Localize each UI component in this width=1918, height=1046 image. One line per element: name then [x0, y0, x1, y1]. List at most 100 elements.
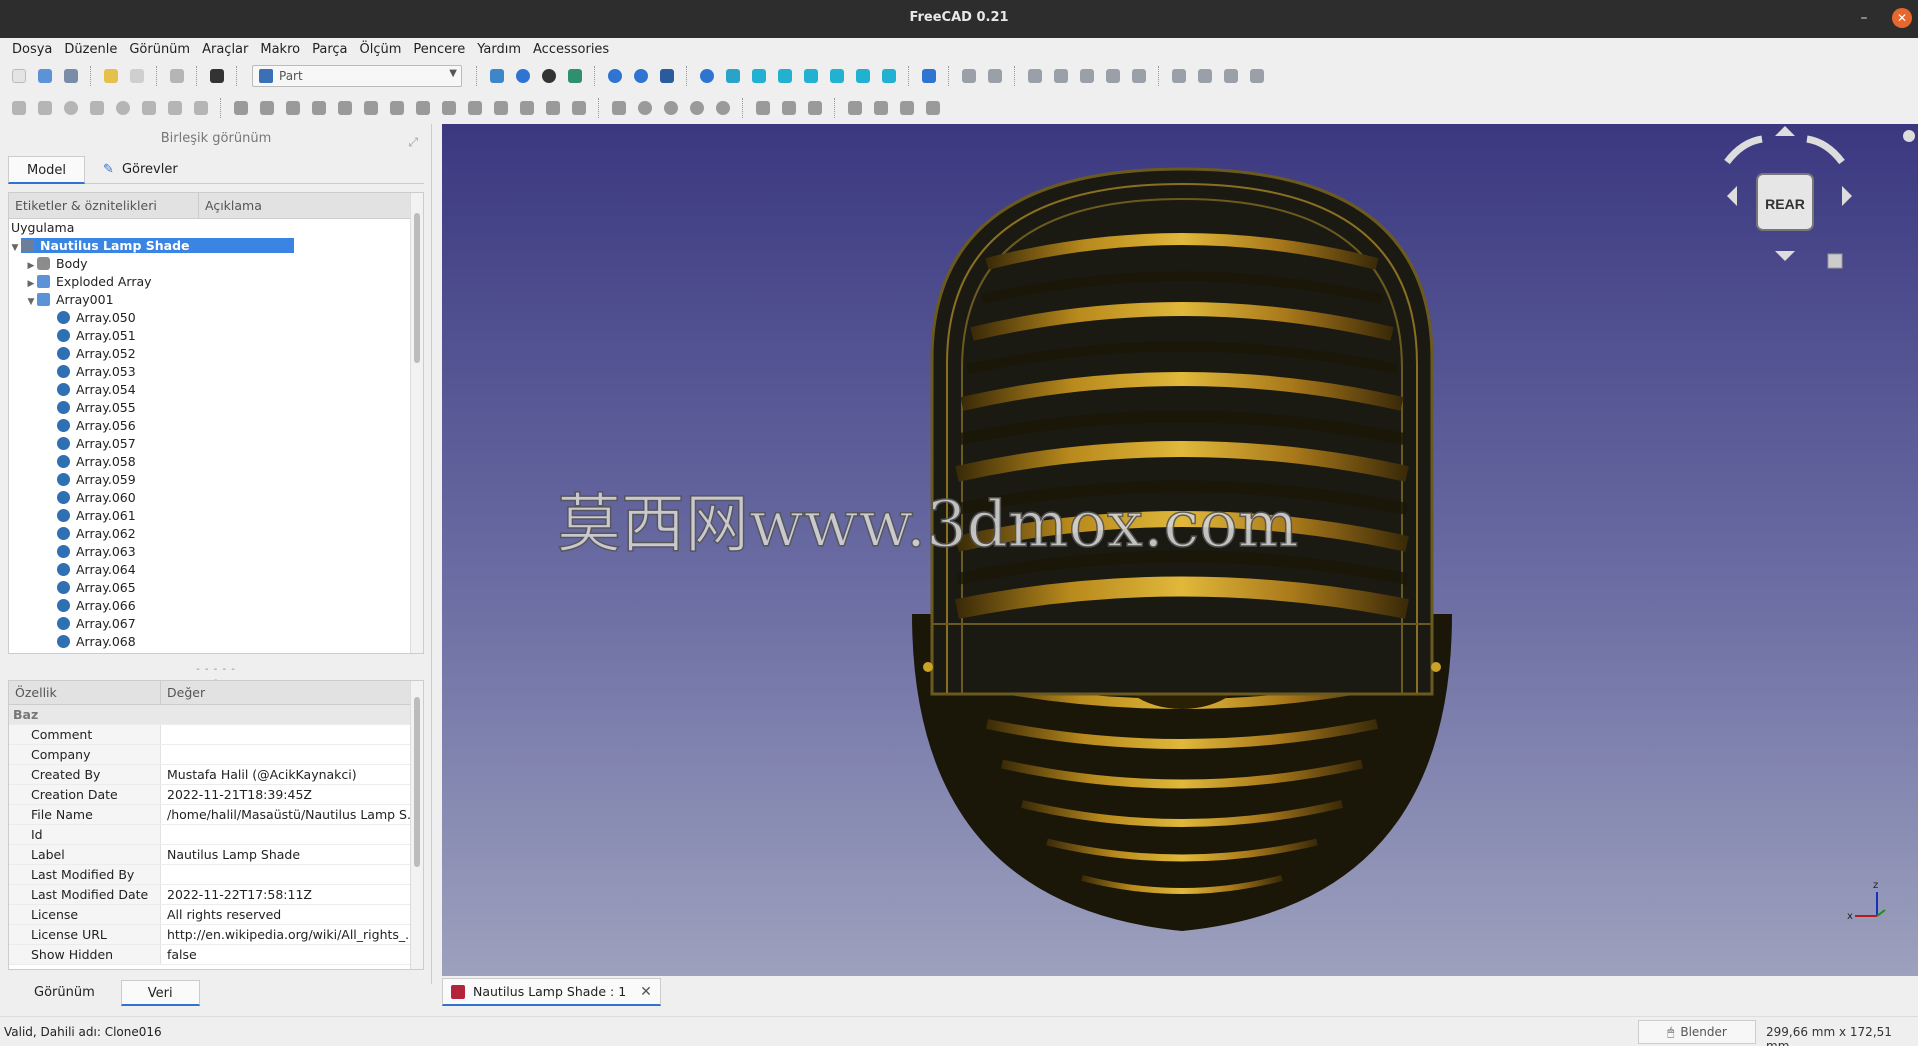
navcube-rotate-left-icon[interactable]: [1724, 135, 1763, 165]
box-icon[interactable]: [8, 97, 30, 119]
property-value[interactable]: All rights reserved: [161, 905, 423, 924]
tree-item-array-child[interactable]: Array.051: [9, 327, 411, 345]
bottom-view-icon[interactable]: [852, 65, 874, 87]
fit-all-icon[interactable]: [486, 65, 508, 87]
menu-olcum[interactable]: Ölçüm: [354, 42, 408, 57]
property-group-base[interactable]: Baz: [9, 705, 423, 725]
tree-scrollbar-thumb[interactable]: [414, 213, 420, 363]
fuse-icon[interactable]: [686, 97, 708, 119]
refresh-icon[interactable]: [166, 65, 188, 87]
menu-gorunum[interactable]: Görünüm: [123, 42, 196, 57]
menu-accessories[interactable]: Accessories: [527, 42, 615, 57]
tree-item-document[interactable]: ▼ Nautilus Lamp Shade: [9, 237, 411, 255]
forward-arrow-icon[interactable]: [630, 65, 652, 87]
tree-item-array-child[interactable]: Array.053: [9, 363, 411, 381]
save-icon[interactable]: [60, 65, 82, 87]
tree-item-array-child[interactable]: Array.050: [9, 309, 411, 327]
compound-icon[interactable]: [608, 97, 630, 119]
menu-makro[interactable]: Makro: [254, 42, 306, 57]
tree-item-array-child[interactable]: Array.062: [9, 525, 411, 543]
property-header-value[interactable]: Değer: [161, 681, 205, 704]
menu-parca[interactable]: Parça: [306, 42, 353, 57]
color-per-face-icon[interactable]: [870, 97, 892, 119]
undo-icon[interactable]: [100, 65, 122, 87]
tree-item-array-child[interactable]: Array.055: [9, 399, 411, 417]
tree-header-labels[interactable]: Etiketler & öznitelikleri: [9, 193, 199, 218]
property-value[interactable]: [161, 825, 423, 844]
rear-view-icon[interactable]: [826, 65, 848, 87]
property-header-name[interactable]: Özellik: [9, 681, 161, 704]
sphere-icon[interactable]: [60, 97, 82, 119]
tab-model[interactable]: Model: [8, 156, 86, 184]
menu-araclar[interactable]: Araçlar: [196, 42, 254, 57]
measure-tool-icon[interactable]: [896, 97, 918, 119]
property-row[interactable]: Comment: [9, 725, 423, 745]
minimize-button[interactable]: –: [1854, 8, 1874, 28]
section-icon[interactable]: [464, 97, 486, 119]
tree-item-array-child[interactable]: Array.068: [9, 633, 411, 651]
whats-this-icon[interactable]: [206, 65, 228, 87]
measure-clear-icon[interactable]: [1050, 65, 1072, 87]
macro-record-icon[interactable]: [1168, 65, 1190, 87]
property-row[interactable]: Company: [9, 745, 423, 765]
fit-selection-icon[interactable]: [512, 65, 534, 87]
navcube-down-arrow-icon[interactable]: [1775, 251, 1795, 261]
property-row[interactable]: Label Nautilus Lamp Shade: [9, 845, 423, 865]
join-icon[interactable]: [752, 97, 774, 119]
navcube-left-arrow-icon[interactable]: [1727, 186, 1737, 206]
tree-item-array-child[interactable]: Array.067: [9, 615, 411, 633]
tube-icon[interactable]: [138, 97, 160, 119]
property-scrollbar-thumb[interactable]: [414, 697, 420, 867]
navigation-cube[interactable]: [1724, 126, 1915, 269]
cone-icon[interactable]: [86, 97, 108, 119]
tree-item-array-child[interactable]: Array.058: [9, 453, 411, 471]
property-row[interactable]: Id: [9, 825, 423, 845]
navcube-menu-icon[interactable]: [1827, 253, 1843, 269]
tree-header-description[interactable]: Açıklama: [199, 193, 262, 218]
tree-item-array-child[interactable]: Array.064: [9, 561, 411, 579]
property-value[interactable]: [161, 865, 423, 884]
cross-sections-icon[interactable]: [490, 97, 512, 119]
menu-pencere[interactable]: Pencere: [407, 42, 471, 57]
draw-style-icon[interactable]: [538, 65, 560, 87]
tree-item-array-child[interactable]: Array.063: [9, 543, 411, 561]
link-icon[interactable]: [656, 65, 678, 87]
projection-icon[interactable]: [568, 97, 590, 119]
property-value[interactable]: 2022-11-22T17:58:11Z: [161, 885, 423, 904]
close-button[interactable]: ✕: [1892, 8, 1912, 28]
attachment-icon[interactable]: [844, 97, 866, 119]
explode-icon[interactable]: [922, 97, 944, 119]
right-view-icon[interactable]: [800, 65, 822, 87]
menu-duzenle[interactable]: Düzenle: [58, 42, 123, 57]
tab-view-properties[interactable]: Görünüm: [8, 980, 121, 1006]
tree-item-array-child[interactable]: Array.057: [9, 435, 411, 453]
property-value[interactable]: /home/halil/Masaüstü/Nautilus Lamp S...: [161, 805, 423, 824]
property-row[interactable]: Creation Date 2022-11-21T18:39:45Z: [9, 785, 423, 805]
property-row[interactable]: Show Hidden false: [9, 945, 423, 965]
measure-angular-icon[interactable]: [984, 65, 1006, 87]
top-view-icon[interactable]: [774, 65, 796, 87]
property-row[interactable]: Created By Mustafa Halil (@AcikKaynakci): [9, 765, 423, 785]
tree-item-array-child[interactable]: Array.056: [9, 417, 411, 435]
sweep-icon[interactable]: [438, 97, 460, 119]
navigation-style-button[interactable]: 🖱 Blender: [1638, 1020, 1756, 1044]
check-geometry-icon[interactable]: [804, 97, 826, 119]
make-face-icon[interactable]: [360, 97, 382, 119]
extrude-icon[interactable]: [230, 97, 252, 119]
tab-tasks[interactable]: ✎ Görevler: [85, 156, 196, 184]
document-tab[interactable]: Nautilus Lamp Shade : 1 ✕: [442, 978, 661, 1006]
left-view-icon[interactable]: [878, 65, 900, 87]
tree-item-array-child[interactable]: Array.066: [9, 597, 411, 615]
tree-item-body[interactable]: ▶ Body: [9, 255, 411, 273]
tree-item-array-child[interactable]: Array.060: [9, 489, 411, 507]
tree-item-array-child[interactable]: Array.059: [9, 471, 411, 489]
cut-icon[interactable]: [660, 97, 682, 119]
property-value[interactable]: Nautilus Lamp Shade: [161, 845, 423, 864]
offset-icon[interactable]: [516, 97, 538, 119]
loft-icon[interactable]: [412, 97, 434, 119]
property-row[interactable]: Last Modified By: [9, 865, 423, 885]
ruled-surface-icon[interactable]: [386, 97, 408, 119]
common-icon[interactable]: [712, 97, 734, 119]
macro-run-icon[interactable]: [1246, 65, 1268, 87]
thickness-icon[interactable]: [542, 97, 564, 119]
